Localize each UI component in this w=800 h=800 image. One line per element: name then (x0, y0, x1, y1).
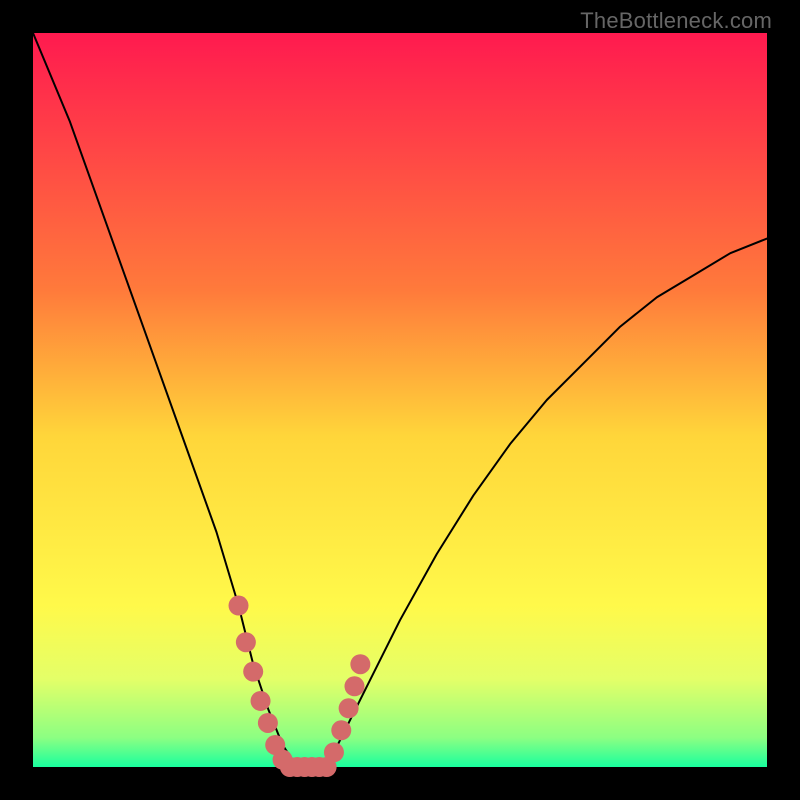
chart-plot-background (33, 33, 767, 767)
highlight-dot (258, 713, 278, 733)
highlight-dot (229, 596, 249, 616)
chart-container: TheBottleneck.com (0, 0, 800, 800)
highlight-dot (236, 632, 256, 652)
highlight-dot (324, 742, 344, 762)
highlight-dot (339, 698, 359, 718)
highlight-dot (344, 676, 364, 696)
bottleneck-chart (0, 0, 800, 800)
highlight-dot (251, 691, 271, 711)
watermark-text: TheBottleneck.com (580, 8, 772, 34)
highlight-dot (331, 720, 351, 740)
highlight-dot (350, 654, 370, 674)
highlight-dot (243, 662, 263, 682)
